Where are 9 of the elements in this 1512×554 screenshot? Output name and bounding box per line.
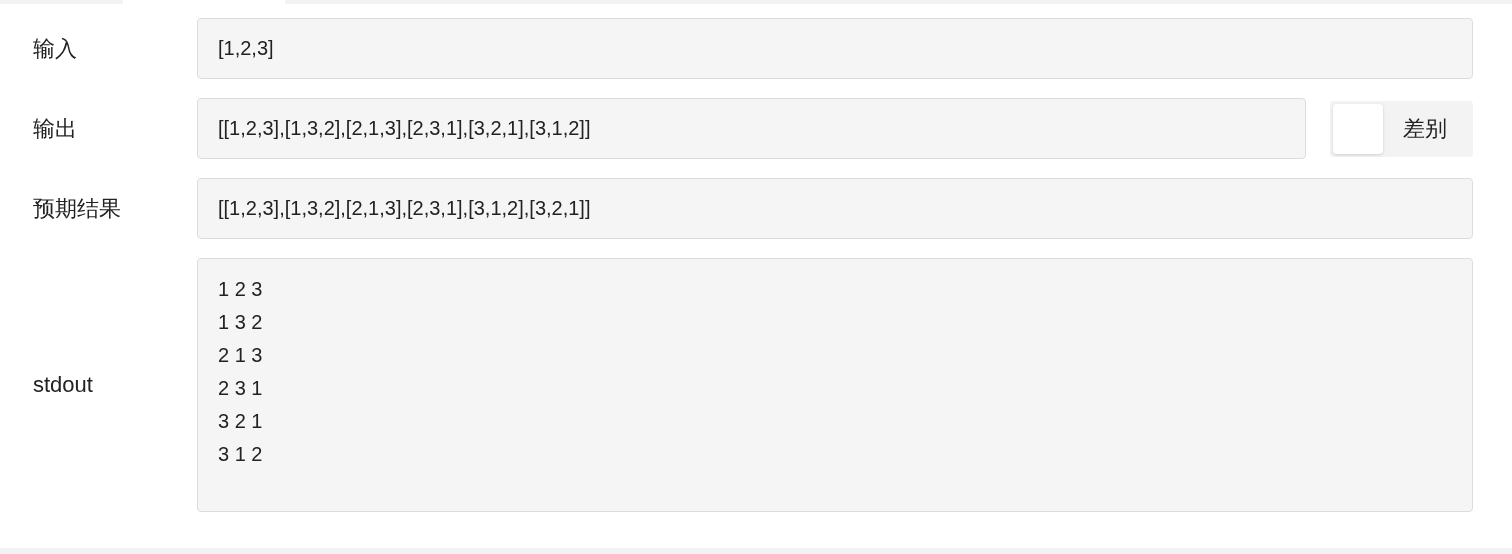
output-field: [[1,2,3],[1,3,2],[2,1,3],[2,3,1],[3,2,1],[3,1,2]] [197, 98, 1306, 159]
field-label: 预期结果 [33, 194, 122, 223]
field-label: 输入 [33, 34, 78, 63]
field-label: 输出 [33, 114, 78, 143]
output-field: [[1,2,3],[1,3,2],[2,1,3],[2,3,1],[3,1,2],[3,2,1]] [197, 178, 1473, 239]
output-field: 1 2 3 1 3 2 2 1 3 2 3 1 3 2 1 3 1 2 [197, 258, 1473, 512]
field-label: stdout [33, 372, 94, 398]
diff-toggle[interactable]: 差别 [1330, 100, 1473, 157]
output-field: [1,2,3] [197, 18, 1473, 79]
